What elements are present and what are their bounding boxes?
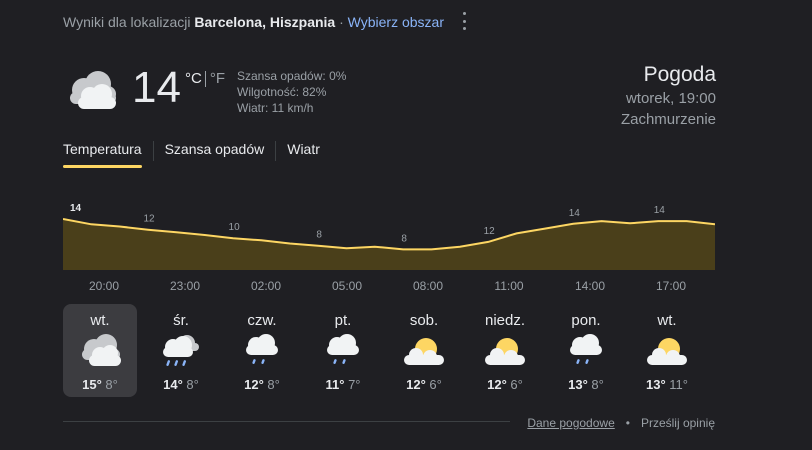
location-line: Wyniki dla lokalizacji Barcelona, Hiszpa… [63, 14, 444, 30]
partly-cloudy-icon [485, 338, 525, 365]
day-forecast-sat[interactable]: sob. 12° 6° [387, 304, 461, 397]
weather-data-link[interactable]: Dane pogodowe [527, 416, 614, 430]
day-low: 8° [105, 377, 118, 392]
day-name: niedz. [484, 312, 526, 329]
day-high: 11° [325, 377, 345, 392]
day-forecast-mon[interactable]: pon. 13° 8° [549, 304, 623, 397]
day-name: czw. [247, 312, 277, 329]
temperature-label: 14 [654, 205, 666, 216]
footer: Dane pogodowe • Prześlij opinię [527, 416, 715, 430]
day-high: 12° [487, 377, 507, 392]
location-prefix: Wyniki dla lokalizacji [63, 14, 191, 30]
day-high: 14° [163, 377, 183, 392]
location-separator: · [339, 14, 344, 30]
partly-cloudy-icon [404, 338, 444, 365]
day-forecast-tue[interactable]: wt. 15° 8° [63, 304, 137, 397]
time-label: 14:00 [574, 279, 606, 293]
cloudy-icon [70, 71, 116, 109]
unit-celsius[interactable]: °C [185, 70, 202, 87]
partly-cloudy-icon [647, 338, 687, 365]
day-high: 12° [244, 377, 264, 392]
day-temps: 13° 8° [549, 377, 623, 392]
choose-area-link[interactable]: Wybierz obszar [348, 14, 444, 30]
tab-divider [152, 141, 154, 161]
unit-divider [204, 70, 206, 87]
temperature-label: 10 [229, 222, 241, 233]
weather-header: Pogoda wtorek, 19:00 Zachmurzenie [621, 62, 716, 130]
day-forecast-fri[interactable]: pt. 11° 7° [306, 304, 380, 397]
day-name: śr. [173, 312, 189, 329]
showers-icon [246, 334, 278, 364]
day-name: wt. [657, 312, 677, 329]
temperature-label: 8 [316, 230, 322, 241]
day-temps: 11° 7° [306, 377, 380, 392]
tab-divider [275, 141, 277, 161]
wind: Wiatr: 11 km/h [237, 101, 314, 115]
day-temps: 12° 6° [387, 377, 461, 392]
rain-cloud-icon [163, 335, 199, 366]
time-label: 11:00 [494, 279, 524, 293]
day-low: 8° [591, 377, 604, 392]
day-high: 15° [82, 377, 102, 392]
day-low: 11° [669, 377, 688, 392]
showers-icon [327, 334, 359, 364]
footer-separator: • [625, 416, 630, 430]
more-options-icon[interactable] [456, 12, 472, 30]
day-low: 6° [510, 377, 523, 392]
time-label: 23:00 [169, 279, 201, 293]
temperature-label: 14 [70, 203, 82, 214]
day-temps: 15° 8° [63, 377, 137, 392]
tab-temperature[interactable]: Temperatura [63, 141, 142, 168]
day-forecast-sun[interactable]: niedz. 12° 6° [468, 304, 542, 397]
weather-condition: Zachmurzenie [620, 111, 716, 128]
chart-tabs: Temperatura Szansa opadów Wiatr [63, 141, 320, 168]
day-temps: 12° 8° [225, 377, 299, 392]
day-high: 13° [646, 377, 666, 392]
time-label: 17:00 [655, 279, 687, 293]
location-name: Barcelona, Hiszpania [194, 14, 336, 30]
temperature-label: 12 [143, 214, 155, 225]
weather-datetime: wtorek, 19:00 [625, 90, 716, 107]
humidity: Wilgotność: 82% [237, 85, 327, 99]
footer-divider [63, 421, 510, 422]
weather-details: Szansa opadów: 0% Wilgotność: 82% Wiatr:… [237, 68, 346, 116]
unit-switch: °C °F [185, 70, 225, 87]
day-name: pon. [571, 312, 601, 329]
current-temperature: 14 [132, 63, 181, 112]
day-high: 12° [406, 377, 426, 392]
tab-wind[interactable]: Wiatr [287, 141, 320, 167]
precip-chance: Szansa opadów: 0% [237, 69, 347, 83]
unit-fahrenheit[interactable]: °F [210, 70, 225, 87]
day-low: 8° [186, 377, 199, 392]
temperature-label: 12 [484, 226, 496, 237]
day-forecast-wed[interactable]: śr. 14° 8° [144, 304, 218, 397]
day-temps: 14° 8° [144, 377, 218, 392]
feedback-link[interactable]: Prześlij opinię [641, 416, 715, 430]
day-name: sob. [409, 312, 439, 329]
day-forecast-thu[interactable]: czw. 12° 8° [225, 304, 299, 397]
temperature-label: 8 [401, 233, 407, 244]
time-label: 05:00 [331, 279, 363, 293]
day-forecast-tue-next[interactable]: wt. 13° 11° [630, 304, 704, 397]
temperature-area [63, 219, 715, 270]
weather-title: Pogoda [643, 63, 716, 86]
time-label: 20:00 [88, 279, 120, 293]
showers-icon [570, 334, 602, 364]
day-low: 6° [429, 377, 442, 392]
day-name: pt. [334, 312, 352, 329]
tab-precipitation[interactable]: Szansa opadów [165, 141, 265, 167]
temperature-chart: 14 12 10 8 8 12 14 14 [63, 203, 715, 270]
day-high: 13° [568, 377, 588, 392]
day-low: 7° [348, 377, 361, 392]
cloudy-icon [82, 334, 121, 366]
time-label: 08:00 [412, 279, 444, 293]
day-name: wt. [90, 312, 110, 329]
day-low: 8° [267, 377, 280, 392]
temperature-label: 14 [569, 208, 581, 219]
time-label: 02:00 [250, 279, 282, 293]
day-temps: 13° 11° [630, 377, 704, 392]
day-temps: 12° 6° [468, 377, 542, 392]
